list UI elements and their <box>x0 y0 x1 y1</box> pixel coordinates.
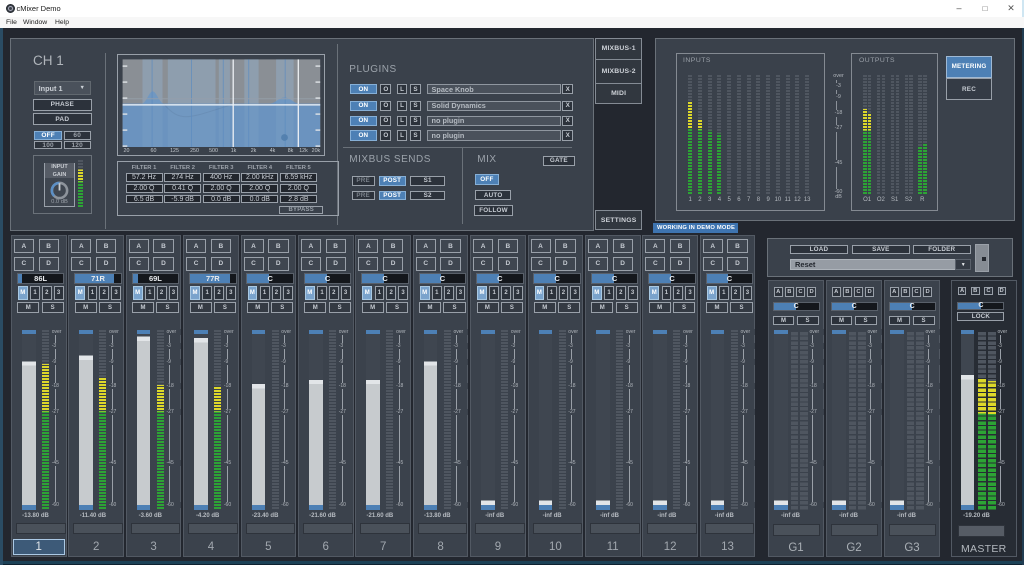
svg-text:2k: 2k <box>250 148 256 154</box>
svg-text:8k: 8k <box>287 148 293 154</box>
svg-text:20: 20 <box>123 148 129 154</box>
svg-text:500: 500 <box>209 148 218 154</box>
svg-text:20k: 20k <box>311 148 320 154</box>
svg-text:4k: 4k <box>269 148 275 154</box>
svg-text:1k: 1k <box>230 148 236 154</box>
svg-text:12k: 12k <box>299 148 308 154</box>
svg-text:125: 125 <box>170 148 179 154</box>
svg-text:250: 250 <box>190 148 199 154</box>
svg-text:60: 60 <box>150 148 156 154</box>
